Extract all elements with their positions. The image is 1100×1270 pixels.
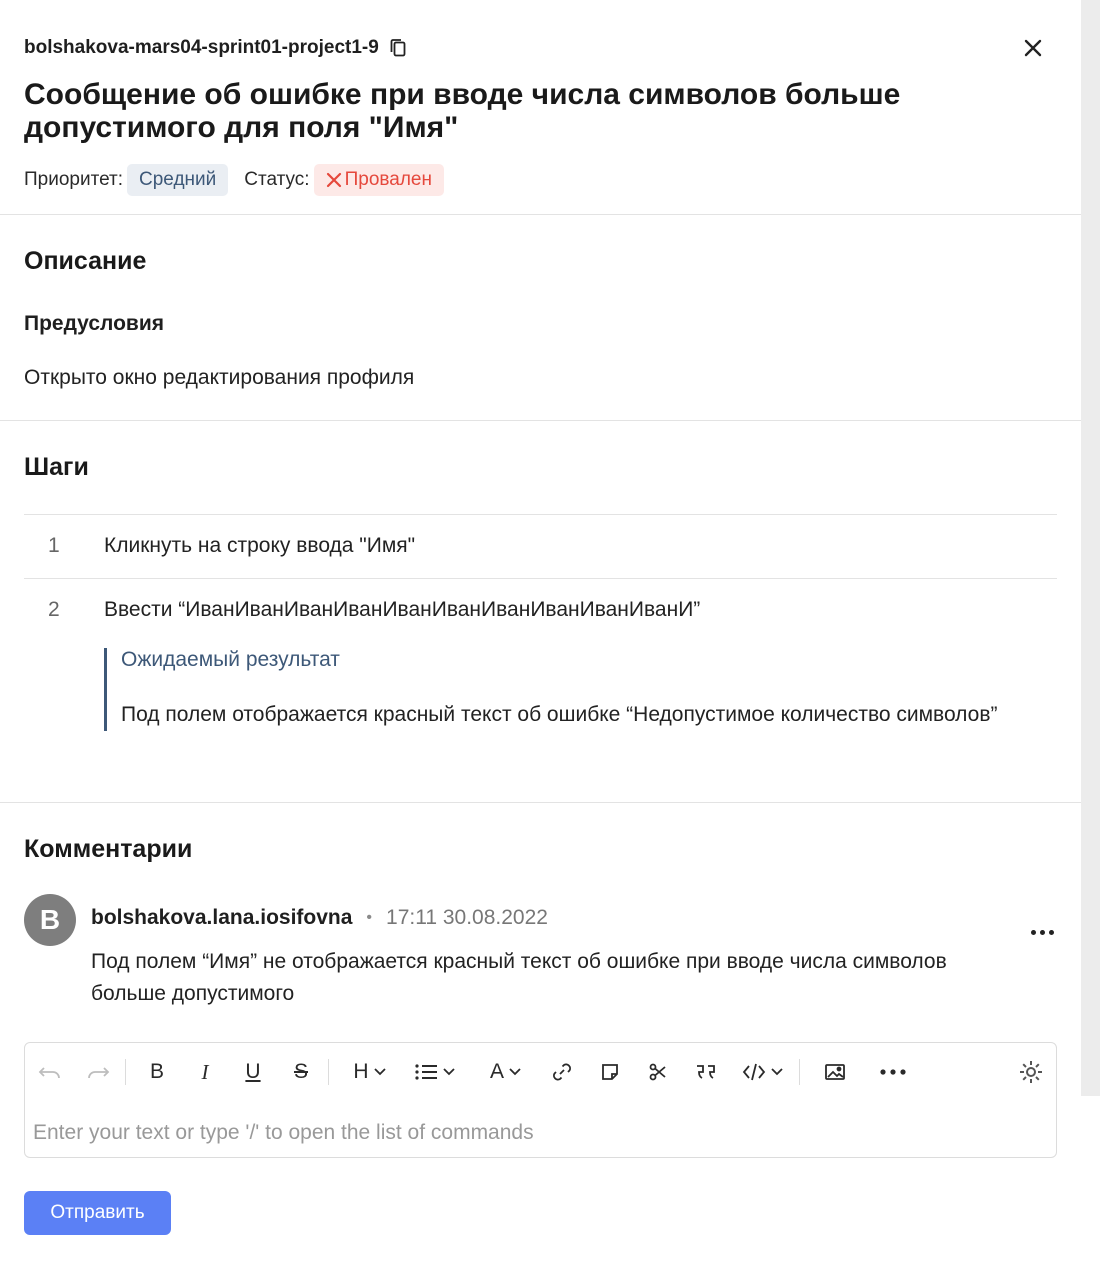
- comment-author[interactable]: bolshakova.lana.iosifovna: [91, 906, 352, 930]
- list-icon: [415, 1064, 437, 1080]
- comment-input-placeholder: Enter your text or type '/' to open the …: [33, 1121, 534, 1144]
- undo-button[interactable]: [35, 1057, 65, 1087]
- status-text: Провален: [344, 169, 432, 190]
- undo-icon: [38, 1067, 60, 1079]
- status-label: Статус:: [244, 169, 310, 190]
- image-button[interactable]: [820, 1057, 850, 1087]
- step-number: 2: [48, 598, 60, 621]
- comment-input[interactable]: Enter your text or type '/' to open the …: [25, 1101, 1056, 1145]
- editor-toolbar: B I U S H A: [25, 1043, 1056, 1101]
- chevron-down-icon: [509, 1068, 521, 1076]
- scrollbar[interactable]: [1081, 0, 1100, 1096]
- priority-badge: Средний: [127, 164, 229, 196]
- comment-editor[interactable]: B I U S H A Enter your text or type '/' …: [24, 1042, 1057, 1158]
- chevron-down-icon: [373, 1068, 386, 1076]
- code-icon: [742, 1063, 766, 1081]
- scissors-icon: [649, 1063, 666, 1081]
- step-row: 2 Ввести “ИванИванИванИванИванИванИванИв…: [24, 579, 1057, 731]
- link-icon: [553, 1063, 571, 1081]
- copy-icon[interactable]: [389, 38, 407, 58]
- comments-section: Комментарии B bolshakova.lana.iosifovna …: [0, 803, 1081, 1235]
- heading-dropdown[interactable]: H: [347, 1057, 393, 1087]
- expected-result-text: Под полем отображается красный текст об …: [121, 703, 998, 726]
- italic-button[interactable]: I: [190, 1057, 220, 1087]
- strikethrough-button[interactable]: S: [286, 1057, 316, 1087]
- steps-list: 1 Кликнуть на строку ввода "Имя" 2 Ввест…: [24, 514, 1057, 731]
- status-badge: Провален: [313, 164, 444, 196]
- separator-dot: •: [366, 909, 373, 926]
- page-title: Сообщение об ошибке при вводе числа симв…: [24, 78, 901, 144]
- step-text: Кликнуть на строку ввода "Имя": [104, 534, 416, 557]
- italic-icon: I: [201, 1059, 209, 1084]
- step-row: 1 Кликнуть на строку ввода "Имя": [24, 515, 1057, 579]
- priority-label: Приоритет:: [24, 169, 123, 190]
- bold-icon: B: [149, 1060, 164, 1083]
- list-dropdown[interactable]: [411, 1057, 459, 1087]
- cut-button[interactable]: [643, 1057, 673, 1087]
- preconditions-heading: Предусловия: [24, 312, 164, 335]
- meta-row: Приоритет: Средний Статус: Провален: [24, 164, 1057, 196]
- panel-header: bolshakova-mars04-sprint01-project1-9 Со…: [0, 0, 1081, 215]
- underline-button[interactable]: U: [238, 1057, 268, 1087]
- comment-text: Под полем “Имя” не отображается красный …: [91, 950, 947, 1005]
- settings-button[interactable]: [1016, 1057, 1046, 1087]
- code-dropdown[interactable]: [739, 1057, 787, 1087]
- step-text: Ввести “ИванИванИванИванИванИванИванИван…: [104, 598, 701, 621]
- quote-button[interactable]: [691, 1057, 721, 1087]
- expected-result-block: Ожидаемый результат Под полем отображает…: [104, 648, 1057, 731]
- strikethrough-icon: S: [293, 1060, 308, 1083]
- comment-item: B bolshakova.lana.iosifovna • 17:11 30.0…: [24, 894, 1057, 1010]
- chevron-down-icon: [771, 1068, 783, 1076]
- comment-timestamp: 17:11 30.08.2022: [386, 906, 548, 929]
- redo-button[interactable]: [83, 1057, 113, 1087]
- underline-icon: U: [245, 1060, 261, 1083]
- toolbar-divider: [799, 1059, 800, 1085]
- more-tools-button[interactable]: [878, 1057, 908, 1087]
- redo-icon: [88, 1067, 110, 1079]
- comments-heading: Комментарии: [24, 835, 193, 863]
- avatar: B: [24, 894, 76, 946]
- description-section: Описание Предусловия Открыто окно редакт…: [0, 215, 1081, 421]
- preconditions-text: Открыто окно редактирования профиля: [24, 366, 415, 389]
- toolbar-divider: [125, 1059, 126, 1085]
- note-icon: [602, 1064, 618, 1080]
- gear-icon: [1020, 1061, 1042, 1083]
- bold-button[interactable]: B: [142, 1057, 172, 1087]
- steps-heading: Шаги: [24, 453, 89, 481]
- close-button[interactable]: [1021, 36, 1045, 60]
- more-dots-icon: [1030, 929, 1036, 935]
- quote-icon: [697, 1065, 715, 1079]
- close-icon: [1024, 39, 1042, 57]
- steps-section: Шаги 1 Кликнуть на строку ввода "Имя" 2 …: [0, 421, 1081, 803]
- text-color-icon: A: [489, 1060, 504, 1083]
- expected-result-title: Ожидаемый результат: [121, 648, 340, 671]
- case-id-row: bolshakova-mars04-sprint01-project1-9: [24, 36, 1057, 60]
- note-button[interactable]: [595, 1057, 625, 1087]
- step-number: 1: [48, 534, 60, 557]
- link-button[interactable]: [547, 1057, 577, 1087]
- test-case-panel: bolshakova-mars04-sprint01-project1-9 Со…: [0, 0, 1081, 1235]
- ellipsis-icon: [880, 1069, 906, 1075]
- toolbar-divider: [328, 1059, 329, 1085]
- chevron-down-icon: [443, 1068, 455, 1076]
- description-heading: Описание: [24, 247, 147, 275]
- more-options-button[interactable]: [1027, 922, 1057, 942]
- case-id: bolshakova-mars04-sprint01-project1-9: [24, 37, 379, 58]
- image-icon: [825, 1064, 845, 1080]
- heading-icon: H: [353, 1060, 369, 1083]
- submit-button[interactable]: Отправить: [24, 1191, 171, 1235]
- text-color-dropdown[interactable]: A: [485, 1057, 527, 1087]
- cross-icon: [326, 172, 341, 188]
